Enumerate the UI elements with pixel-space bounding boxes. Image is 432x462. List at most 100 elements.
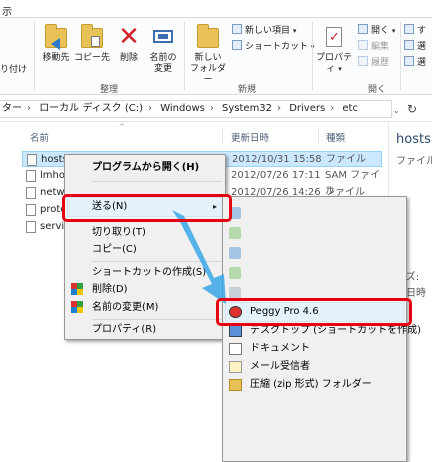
address-dropdown-icon[interactable]: ⌄ <box>393 106 400 115</box>
copy-to-button[interactable]: コピー先 <box>74 24 110 64</box>
tutorial-arrow <box>172 210 226 304</box>
group-separator <box>184 22 185 90</box>
details-subtitle: ファイル <box>396 156 432 167</box>
rename-label-2: 変更 <box>153 64 172 74</box>
history-icon <box>358 56 368 66</box>
properties-button[interactable]: ✓ プロパティ ▾ <box>314 24 354 75</box>
delete-x-icon: ✕ <box>118 22 140 52</box>
submenu-item-mail[interactable]: メール受信者 <box>250 358 310 376</box>
file-date: 2012/07/26 17:11 <box>231 170 321 181</box>
menu-item-open-with[interactable]: プログラムから開く(H) <box>92 159 199 177</box>
select-all-label: す <box>417 26 427 36</box>
properties-label: プロパティ <box>315 53 352 74</box>
new-item-icon <box>232 24 242 34</box>
invert-selection-label: 選 <box>417 58 427 68</box>
details-title: hosts <box>396 132 431 147</box>
group-label-open: 開く <box>368 85 387 95</box>
send-to-submenu: Peggy Pro 4.6 デスクトップ (ショートカットを作成) ドキュメント… <box>222 196 421 462</box>
rename-icon <box>150 24 176 50</box>
edit-button[interactable]: 編集 <box>358 40 389 54</box>
address-bar[interactable]: ター › ローカル ディスク (C:) › Windows › System32 › D… <box>0 100 392 118</box>
rename-label-1: 名前の <box>149 53 177 63</box>
delete-label: 削除 <box>119 53 138 63</box>
file-icon <box>26 204 36 216</box>
group-label-new: 新規 <box>238 85 257 95</box>
column-divider[interactable] <box>222 127 223 143</box>
menu-item-properties[interactable]: プロパティ(R) <box>92 321 156 339</box>
breadcrumb-separator-icon[interactable]: › <box>210 101 214 117</box>
open-button[interactable]: 開く ▾ <box>358 24 395 38</box>
breadcrumb-system32[interactable]: System32 <box>222 101 272 117</box>
column-header-name[interactable]: 名前 <box>30 130 49 144</box>
menu-item-copy[interactable]: コピー(C) <box>92 241 137 259</box>
history-label: 履歴 <box>371 58 390 68</box>
new-item-label: 新しい項目 <box>245 26 291 36</box>
column-header-date[interactable]: 更新日時 <box>231 130 269 144</box>
file-date: 2012/10/31 15:58 <box>232 154 322 165</box>
new-folder-icon <box>195 24 221 50</box>
move-to-button[interactable]: 移動先 <box>38 24 74 64</box>
chevron-down-icon: ▾ <box>391 27 396 35</box>
invert-selection-button[interactable]: 選 <box>404 56 426 70</box>
documents-icon <box>229 343 242 355</box>
select-none-label: 選 <box>417 42 427 52</box>
chevron-down-icon: ▾ <box>292 27 297 35</box>
menu-item-rename[interactable]: 名前の変更(M) <box>92 299 158 317</box>
menu-separator <box>92 319 222 320</box>
menu-separator <box>92 181 222 182</box>
edit-icon <box>358 40 368 50</box>
menu-item-cut[interactable]: 切り取り(T) <box>92 224 146 242</box>
breadcrumb-computer[interactable]: ター <box>2 101 22 117</box>
ribbon-tab-view[interactable]: 示 <box>2 3 12 18</box>
history-button[interactable]: 履歴 <box>358 56 389 70</box>
file-type: ファイル <box>326 154 366 165</box>
breadcrumb-separator-icon[interactable]: › <box>330 101 334 117</box>
file-icon <box>26 170 36 182</box>
breadcrumb-drivers[interactable]: Drivers <box>289 101 325 117</box>
arrow-shape <box>172 210 226 304</box>
new-folder-label-2: フォルダー <box>189 64 226 85</box>
breadcrumb-etc[interactable]: etc <box>342 101 358 117</box>
select-icon <box>404 40 414 50</box>
paste-label-cut[interactable]: り付け <box>0 62 27 75</box>
group-separator <box>34 22 35 90</box>
file-icon <box>26 187 36 199</box>
breadcrumb-local-disk[interactable]: ローカル ディスク (C:) <box>39 101 143 117</box>
mail-envelope-icon <box>229 361 242 373</box>
refresh-icon[interactable]: ↻ <box>404 100 420 118</box>
column-header-type[interactable]: 種類 <box>326 130 345 144</box>
file-icon <box>26 221 36 233</box>
uac-shield-icon <box>71 283 83 296</box>
breadcrumb-separator-icon[interactable]: › <box>27 101 31 117</box>
highlight-peggy <box>216 298 412 326</box>
uac-shield-icon <box>71 301 83 314</box>
shortcut-button[interactable]: ショートカット ▾ <box>232 40 314 54</box>
select-icon <box>404 24 414 34</box>
open-icon <box>358 24 368 34</box>
select-icon <box>404 56 414 66</box>
select-none-button[interactable]: 選 <box>404 40 426 54</box>
zip-folder-icon <box>229 379 242 391</box>
delete-button[interactable]: ✕ 削除 <box>114 24 144 64</box>
rename-button[interactable]: 名前の 変更 <box>146 24 180 75</box>
submenu-item-zip[interactable]: 圧縮 (zip 形式) フォルダー <box>250 376 372 394</box>
select-all-button[interactable]: す <box>404 24 426 38</box>
new-item-button[interactable]: 新しい項目 ▾ <box>232 24 296 38</box>
breadcrumb-separator-icon[interactable]: › <box>277 101 281 117</box>
file-icon <box>27 154 37 166</box>
column-divider[interactable] <box>318 127 319 143</box>
chevron-down-icon: ▾ <box>338 65 342 73</box>
shortcut-icon <box>232 40 242 50</box>
edit-label: 編集 <box>371 42 390 52</box>
group-separator <box>400 22 401 90</box>
group-label-organize: 整理 <box>100 85 119 95</box>
move-to-label: 移動先 <box>42 53 70 63</box>
menu-item-delete[interactable]: 削除(D) <box>92 281 128 299</box>
desktop-icon <box>229 325 242 337</box>
new-folder-button[interactable]: 新しい フォルダー <box>188 24 228 86</box>
copy-to-icon <box>79 24 105 50</box>
submenu-item-documents[interactable]: ドキュメント <box>250 340 310 358</box>
breadcrumb-windows[interactable]: Windows <box>160 101 205 117</box>
move-to-icon <box>43 24 69 50</box>
breadcrumb-separator-icon[interactable]: › <box>148 101 152 117</box>
